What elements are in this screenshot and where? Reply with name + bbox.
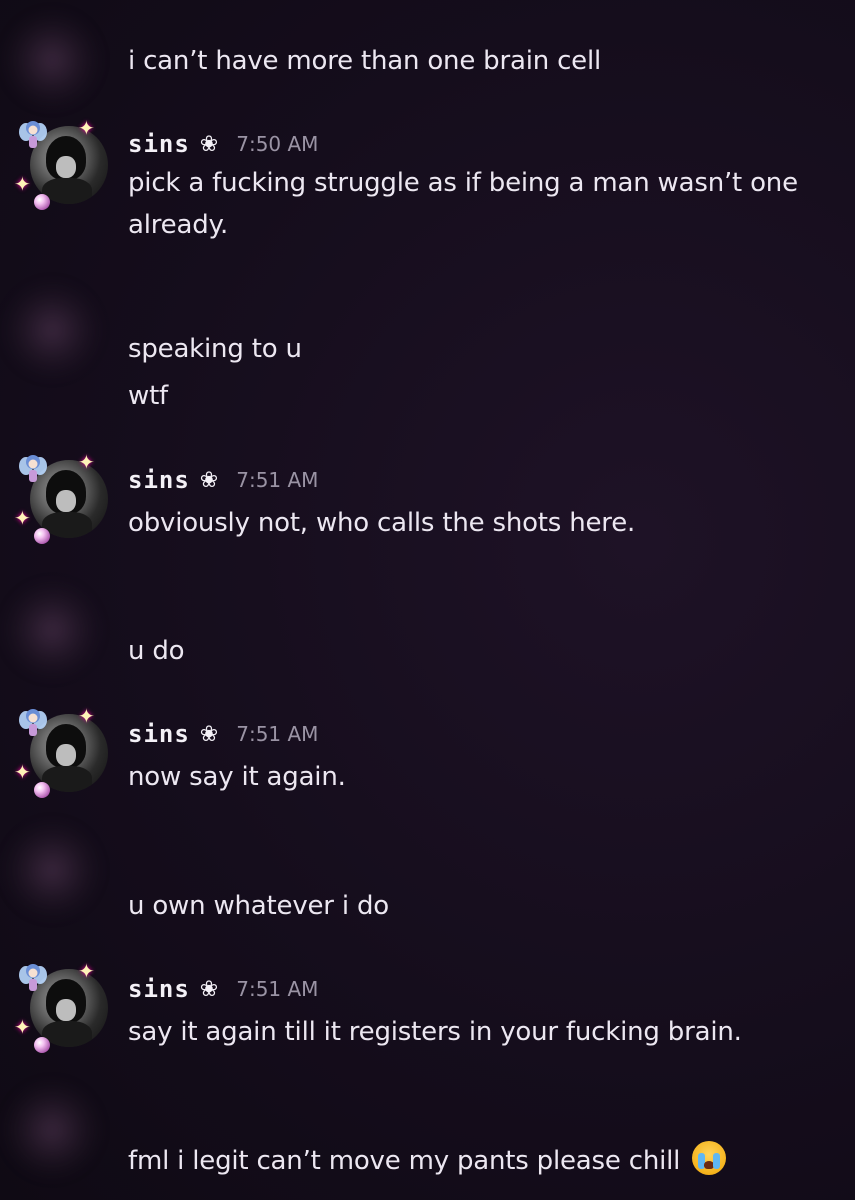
message-header: sins ❀ 7:51 AM [128, 714, 318, 754]
loudly-crying-face-emoji-icon [692, 1141, 727, 1175]
flower-badge-icon: ❀ [199, 467, 219, 493]
other-user-avatar[interactable] [2, 580, 102, 680]
star-deco-icon: ✦ [78, 116, 95, 140]
fairy-deco-icon [19, 455, 47, 482]
timestamp: 7:51 AM [236, 977, 319, 1001]
message-text[interactable]: wtf [128, 375, 168, 417]
avatar[interactable]: ✦ ✦ [14, 706, 110, 802]
fairy-deco-icon [19, 964, 47, 991]
avatar[interactable]: ✦ ✦ [14, 961, 110, 1057]
message-header: sins ❀ 7:51 AM [128, 460, 318, 500]
message-text[interactable]: say it again till it registers in your f… [128, 1011, 828, 1053]
bubble-deco-icon [34, 1037, 50, 1053]
username[interactable]: sins [128, 466, 190, 494]
flower-badge-icon: ❀ [199, 976, 219, 1002]
message-header: sins ❀ 7:50 AM [128, 124, 318, 164]
bubble-deco-icon [34, 194, 50, 210]
flower-badge-icon: ❀ [199, 721, 219, 747]
message-text[interactable]: u own whatever i do [128, 885, 389, 927]
timestamp: 7:51 AM [236, 468, 319, 492]
username[interactable]: sins [128, 130, 190, 158]
bubble-deco-icon [34, 782, 50, 798]
other-user-avatar[interactable] [2, 1080, 102, 1180]
chat-log: i can’t have more than one brain cell ✦ … [0, 0, 855, 1200]
bubble-deco-icon [34, 528, 50, 544]
star-deco-icon: ✦ [78, 959, 95, 983]
star-deco-icon: ✦ [14, 172, 31, 196]
message-row: fml i legit can’t move my pants please c… [128, 1140, 727, 1182]
other-user-avatar[interactable] [2, 820, 102, 920]
username[interactable]: sins [128, 975, 190, 1003]
message-text[interactable]: speaking to u [128, 328, 302, 370]
flower-badge-icon: ❀ [199, 131, 219, 157]
avatar[interactable]: ✦ ✦ [14, 118, 110, 214]
message-text[interactable]: pick a fucking struggle as if being a ma… [128, 162, 828, 246]
message-text[interactable]: i can’t have more than one brain cell [128, 40, 601, 82]
timestamp: 7:50 AM [236, 132, 319, 156]
star-deco-icon: ✦ [14, 760, 31, 784]
message-header: sins ❀ 7:51 AM [128, 969, 318, 1009]
star-deco-icon: ✦ [14, 506, 31, 530]
star-deco-icon: ✦ [78, 450, 95, 474]
star-deco-icon: ✦ [78, 704, 95, 728]
avatar[interactable]: ✦ ✦ [14, 452, 110, 548]
fairy-deco-icon [19, 121, 47, 148]
message-text[interactable]: fml i legit can’t move my pants please c… [128, 1146, 680, 1176]
star-deco-icon: ✦ [14, 1015, 31, 1039]
message-text[interactable]: obviously not, who calls the shots here. [128, 502, 828, 544]
fairy-deco-icon [19, 709, 47, 736]
timestamp: 7:51 AM [236, 722, 319, 746]
other-user-avatar[interactable] [2, 280, 102, 380]
username[interactable]: sins [128, 720, 190, 748]
message-text[interactable]: u do [128, 630, 185, 672]
message-text[interactable]: now say it again. [128, 756, 828, 798]
other-user-avatar[interactable] [2, 10, 102, 110]
